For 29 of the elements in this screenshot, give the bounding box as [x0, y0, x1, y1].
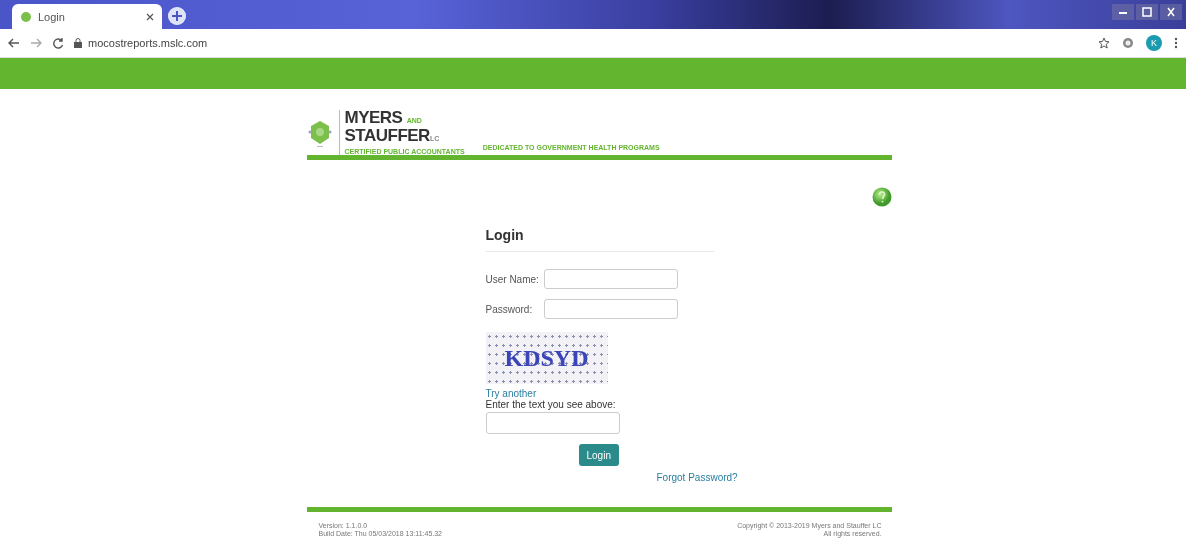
new-tab-icon[interactable] — [168, 7, 186, 25]
captcha-input-field[interactable] — [485, 412, 620, 434]
star-icon[interactable] — [1098, 37, 1110, 49]
extension-icon[interactable] — [1122, 37, 1134, 49]
lock-icon — [74, 38, 82, 48]
password-field[interactable] — [543, 299, 678, 319]
back-arrow-icon[interactable] — [8, 38, 20, 48]
minimize-icon[interactable] — [1112, 4, 1134, 20]
login-heading: Login — [485, 227, 714, 252]
address-bar[interactable]: mocostreports.mslc.com — [88, 37, 208, 49]
forgot-password-link[interactable]: Forgot Password? — [656, 472, 738, 483]
captcha-image: KDSYD — [485, 332, 608, 384]
browser-tab[interactable]: Login — [12, 4, 162, 29]
reload-icon[interactable] — [52, 37, 64, 49]
brand-name: MYERS — [344, 108, 403, 127]
field-label: Password: — [485, 303, 534, 315]
close-icon[interactable] — [146, 12, 154, 21]
try-another-link[interactable]: Try another — [485, 388, 716, 399]
tab-title: Login — [38, 10, 66, 23]
restore-icon[interactable] — [1136, 4, 1158, 20]
brand-name: STAUFFER — [344, 126, 430, 145]
field-label: User Name: — [485, 273, 540, 285]
help-icon[interactable] — [871, 187, 892, 207]
username-field[interactable] — [543, 269, 678, 289]
captcha-prompt: Enter the text you see above: — [485, 399, 617, 410]
profile-avatar[interactable]: K — [1146, 35, 1162, 51]
login-button[interactable]: Login — [578, 444, 619, 466]
menu-icon[interactable] — [1174, 37, 1178, 49]
close-icon[interactable] — [1160, 4, 1182, 20]
